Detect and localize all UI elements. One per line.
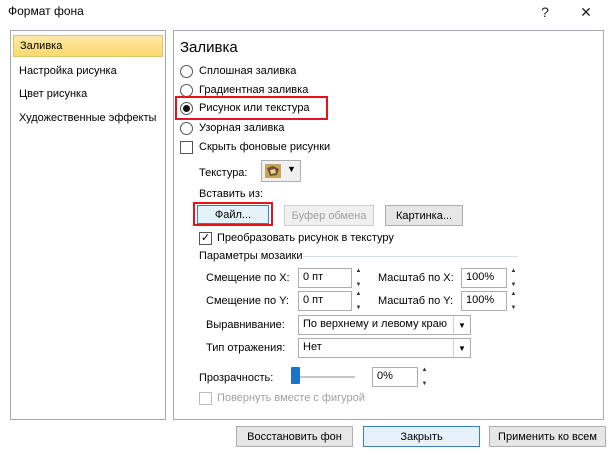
transparency-field[interactable]: 0% [372, 367, 418, 387]
tiling-title: Параметры мозаики [199, 250, 303, 262]
chevron-down-icon: ▼ [287, 164, 296, 174]
alignment-value: По верхнему и левому краю [303, 318, 447, 330]
close-icon[interactable]: ✕ [572, 0, 600, 24]
help-button[interactable]: ? [531, 0, 559, 24]
scale-x-spinner[interactable]: ▲ ▼ [507, 268, 520, 288]
offset-x-spinner[interactable]: ▲ ▼ [352, 268, 365, 288]
radio-picture-fill[interactable] [180, 102, 193, 115]
offset-x-field[interactable]: 0 пт [298, 268, 352, 288]
chevron-down-icon: ▼ [453, 316, 470, 334]
title-bar: Формат фона ? ✕ [0, 0, 614, 24]
alignment-label: Выравнивание: [206, 319, 285, 331]
sidebar-item-artistic-effects[interactable]: Художественные эффекты [13, 108, 163, 130]
insert-from-label: Вставить из: [199, 188, 263, 200]
scale-y-label: Масштаб по Y: [378, 295, 454, 307]
chevron-down-icon: ▼ [453, 339, 470, 357]
mirror-label: Тип отражения: [206, 342, 286, 354]
sidebar-item-fill[interactable]: Заливка [13, 35, 163, 57]
rotate-with-shape-label: Повернуть вместе с фигурой [217, 392, 365, 404]
offset-y-label: Смещение по Y: [206, 295, 289, 307]
clipart-button[interactable]: Картинка... [385, 205, 463, 226]
hide-bg-label: Скрыть фоновые рисунки [199, 141, 331, 153]
radio-selected-dot [183, 105, 190, 112]
transparency-track [293, 376, 355, 378]
offset-x-label: Смещение по X: [206, 272, 290, 284]
separator-line [303, 256, 518, 257]
texture-dropdown[interactable]: ▼ [261, 160, 301, 182]
radio-solid-fill[interactable] [180, 65, 193, 78]
scale-y-spinner[interactable]: ▲ ▼ [507, 291, 520, 311]
offset-y-spinner[interactable]: ▲ ▼ [352, 291, 365, 311]
sidebar: Заливка Настройка рисунка Цвет рисунка Х… [10, 30, 166, 420]
offset-y-field[interactable]: 0 пт [298, 291, 352, 311]
tile-checkbox[interactable]: ✓ [199, 232, 212, 245]
mirror-value: Нет [303, 341, 322, 353]
apply-to-all-button[interactable]: Применить ко всем [489, 426, 606, 447]
scale-y-field[interactable]: 100% [461, 291, 507, 311]
radio-pattern-fill-label: Узорная заливка [199, 122, 285, 134]
scale-x-label: Масштаб по X: [378, 272, 454, 284]
tile-label: Преобразовать рисунок в текстуру [217, 232, 394, 244]
radio-solid-fill-label: Сплошная заливка [199, 65, 297, 77]
reset-background-button[interactable]: Восстановить фон [236, 426, 353, 447]
window-title: Формат фона [8, 4, 84, 18]
radio-picture-fill-label: Рисунок или текстура [199, 102, 310, 114]
mirror-select[interactable]: Нет ▼ [298, 338, 471, 358]
file-button[interactable]: Файл... [197, 205, 269, 224]
section-title: Заливка [180, 39, 238, 56]
transparency-slider-handle[interactable] [291, 367, 300, 384]
texture-preview-icon [265, 164, 281, 178]
clipboard-button[interactable]: Буфер обмена [284, 205, 374, 226]
hide-bg-checkbox[interactable] [180, 141, 193, 154]
alignment-select[interactable]: По верхнему и левому краю ▼ [298, 315, 471, 335]
transparency-spinner[interactable]: ▲ ▼ [418, 367, 431, 387]
radio-pattern-fill[interactable] [180, 122, 193, 135]
sidebar-item-picture-settings[interactable]: Настройка рисунка [13, 61, 163, 83]
close-button[interactable]: Закрыть [363, 426, 480, 447]
transparency-label: Прозрачность: [199, 372, 274, 384]
radio-gradient-fill-label: Градиентная заливка [199, 84, 309, 96]
rotate-with-shape-checkbox[interactable] [199, 392, 212, 405]
texture-label: Текстура: [199, 167, 248, 179]
scale-x-field[interactable]: 100% [461, 268, 507, 288]
sidebar-item-picture-color[interactable]: Цвет рисунка [13, 84, 163, 106]
